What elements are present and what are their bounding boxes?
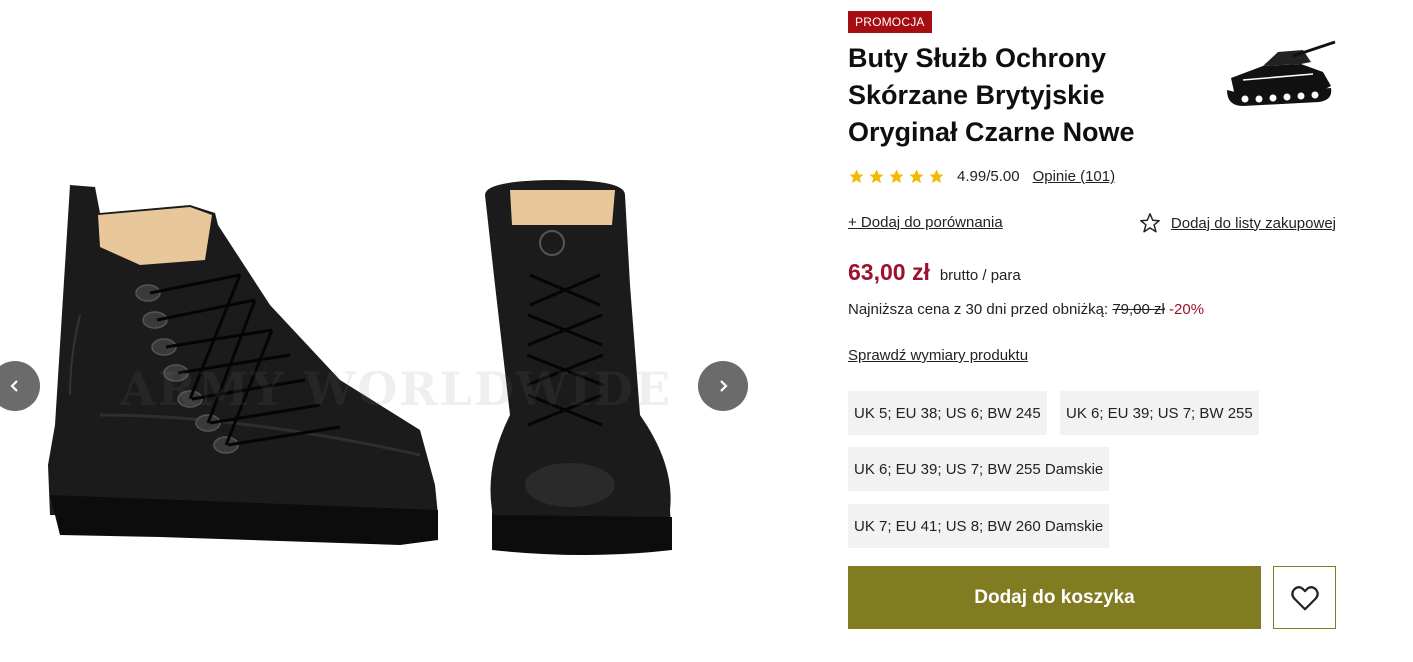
price-note: brutto / para [939,267,1021,284]
gallery-prev-button[interactable] [0,361,40,411]
rating-value: 4.99/5.00 [957,168,1020,185]
size-option[interactable]: UK 5; EU 38; US 6; BW 245 [848,391,1047,435]
price-row: 63,00 zł brutto / para [848,259,1021,286]
shopping-list-label: Dodaj do listy zakupowej [1170,214,1336,232]
chevron-left-icon [10,380,18,392]
product-gallery: ARMY WORLDWIDE [0,0,790,662]
add-to-shopping-list-link[interactable]: Dodaj do listy zakupowej [1139,212,1336,234]
heart-icon [1290,585,1319,610]
star-icon [909,169,924,184]
chevron-right-icon [720,380,728,392]
tank-logo-icon [1227,40,1336,106]
star-icon [849,169,864,184]
lowest-price-info: Najniższa cena z 30 dni przed obniżką: 7… [848,301,1204,318]
promo-badge: PROMOCJA [848,11,932,33]
product-rating: 4.99/5.00 Opinie (101) [848,168,1115,185]
star-icon [889,169,904,184]
product-title: Buty Służb Ochrony Skórzane Brytyjskie O… [848,43,1135,147]
reviews-link[interactable]: Opinie (101) [1033,168,1116,185]
price: 63,00 zł [848,259,930,285]
size-option[interactable]: UK 6; EU 39; US 7; BW 255 Damskie [848,447,1110,491]
favorite-button[interactable] [1273,566,1336,629]
size-option[interactable]: UK 6; EU 39; US 7; BW 255 [1060,391,1259,435]
old-price: 79,00 zł [1112,301,1165,318]
star-outline-icon [1140,213,1160,233]
discount: -20% [1169,301,1205,318]
lowest-price-label: Najniższa cena z 30 dni przed obniżką: [848,301,1109,318]
gallery-next-button[interactable] [698,361,748,411]
star-icon [869,169,884,184]
rating-stars [848,168,945,185]
add-to-compare-link[interactable]: + Dodaj do porównania [848,214,1003,231]
size-option[interactable]: UK 7; EU 41; US 8; BW 260 Damskie [848,504,1110,548]
watermark: ARMY WORLDWIDE [120,362,673,416]
check-dimensions-link[interactable]: Sprawdź wymiary produktu [848,347,1028,364]
star-icon [929,169,944,184]
add-to-cart-button[interactable]: Dodaj do koszyka [848,566,1261,629]
